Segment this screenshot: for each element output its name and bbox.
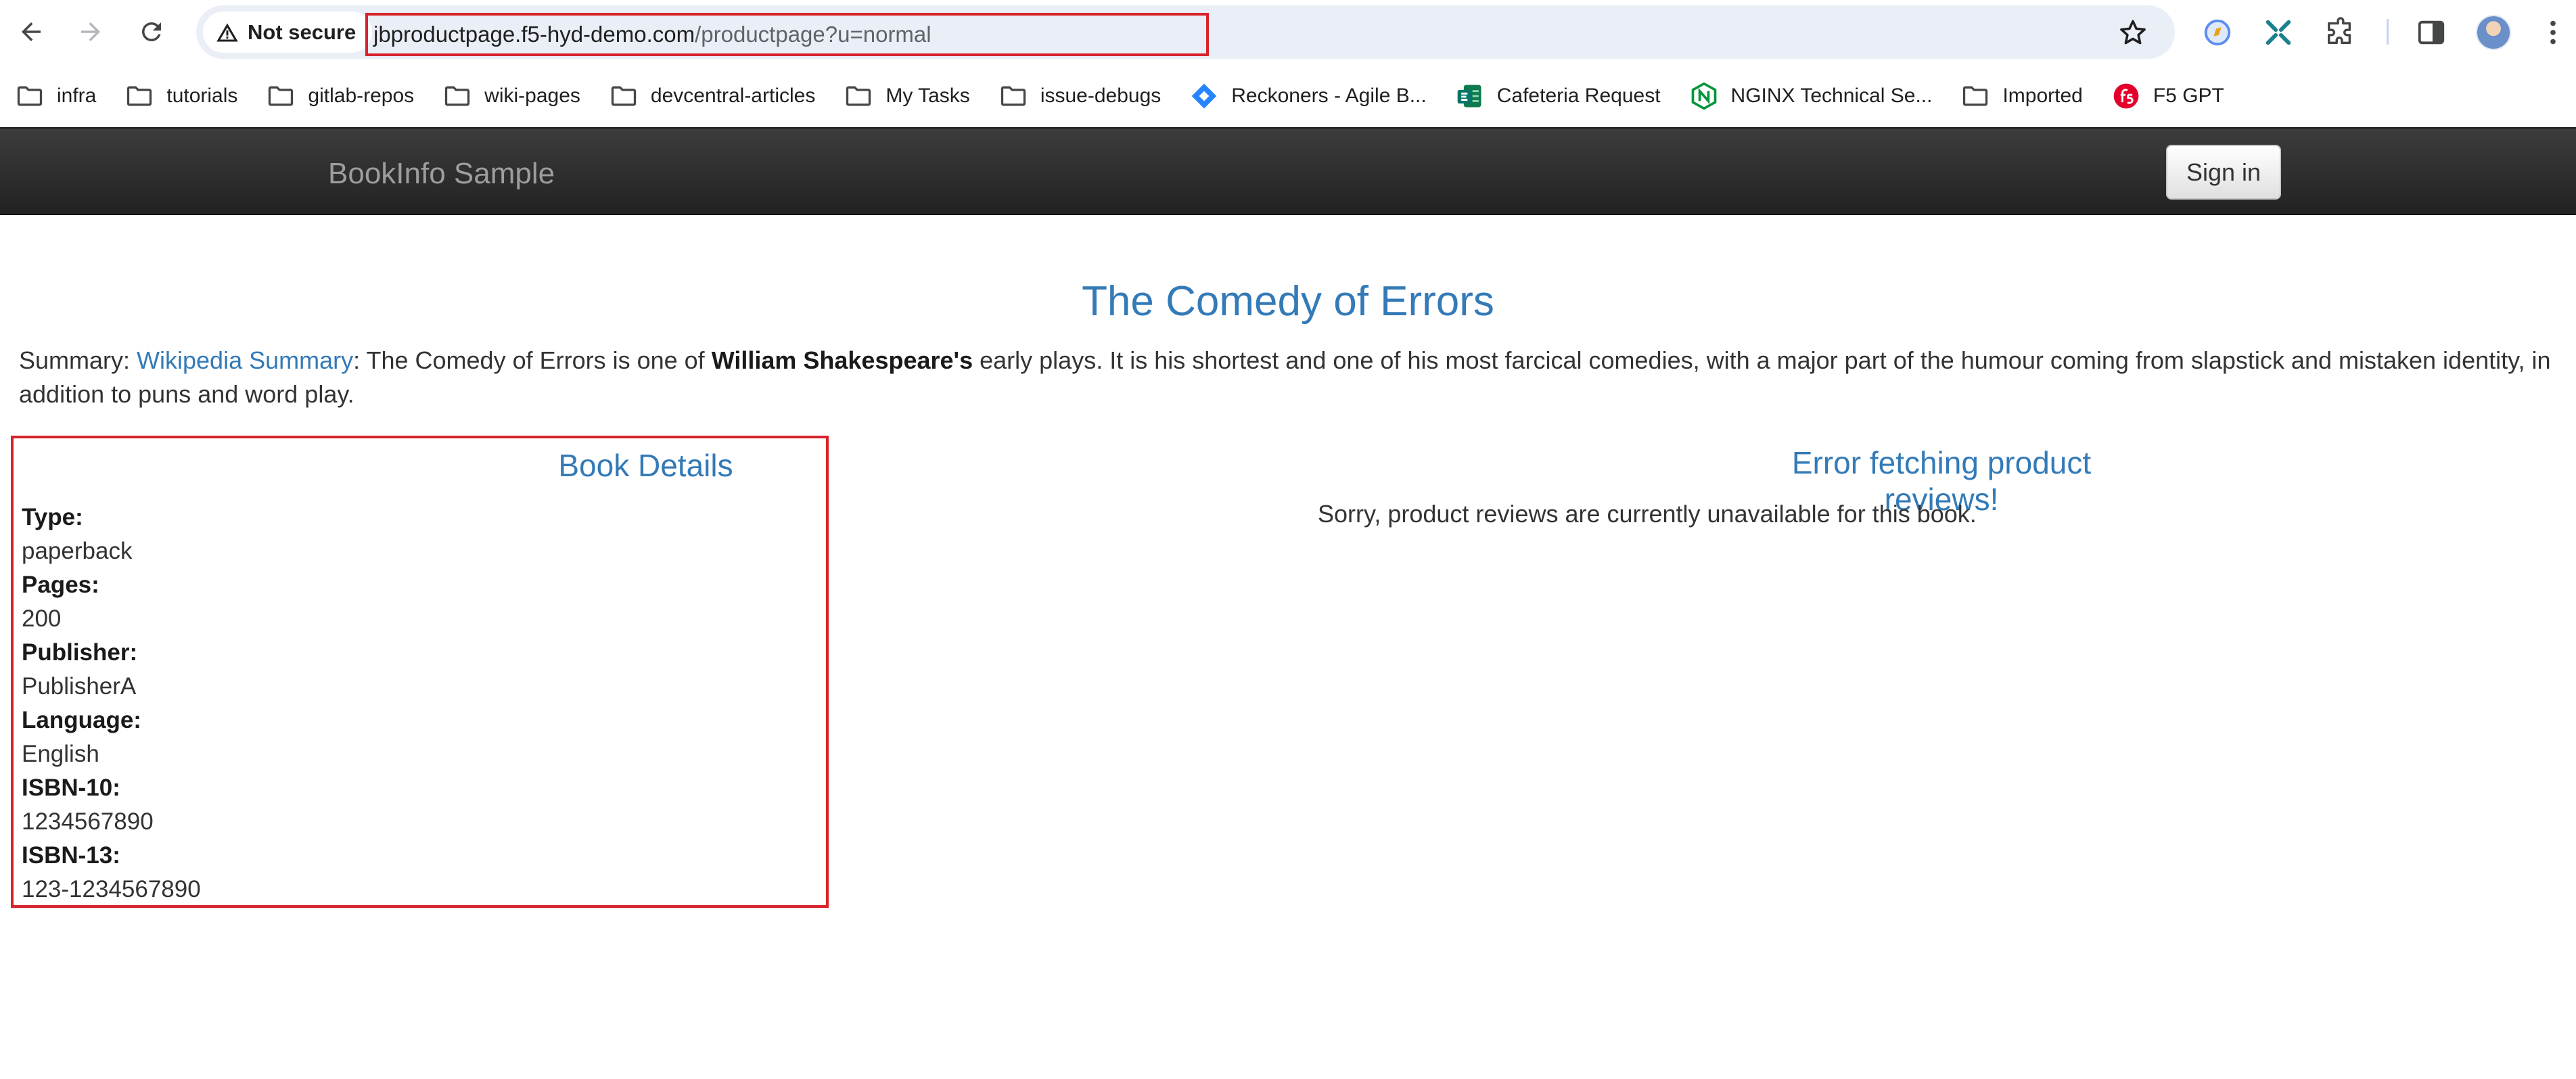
bookmark-tutorials[interactable]: tutorials bbox=[124, 81, 237, 111]
browser-toolbar: Not secure jbproductpage.f5-hyd-demo.com… bbox=[0, 0, 2576, 64]
bookmark-label: F5 GPT bbox=[2153, 84, 2224, 107]
arrow-left-icon bbox=[22, 22, 41, 41]
f5-icon bbox=[2113, 83, 2139, 108]
nginx-icon bbox=[1691, 82, 1716, 110]
forms-icon bbox=[1457, 85, 1481, 107]
side-panel-icon[interactable] bbox=[2412, 14, 2450, 51]
extensions-puzzle-icon[interactable] bbox=[2322, 14, 2360, 51]
bookmark-devcentral-articles[interactable]: devcentral-articles bbox=[609, 81, 815, 111]
address-bar[interactable]: Not secure jbproductpage.f5-hyd-demo.com… bbox=[196, 5, 2175, 59]
folder-icon bbox=[846, 86, 871, 106]
folder-icon bbox=[17, 86, 43, 106]
bookmark-label: Reckoners - Agile B... bbox=[1231, 84, 1427, 107]
bookmark-wiki-pages[interactable]: wiki-pages bbox=[442, 81, 580, 111]
bookmark-label: tutorials bbox=[166, 84, 238, 107]
bookmark-label: devcentral-articles bbox=[650, 84, 816, 107]
type-value: paperback bbox=[22, 538, 133, 564]
menu-kebab-icon[interactable] bbox=[2534, 14, 2572, 51]
toolbar-divider bbox=[2387, 19, 2389, 45]
language-value: English bbox=[22, 741, 99, 767]
forward-button[interactable] bbox=[70, 12, 111, 52]
app-navbar: BookInfo Sample Sign in bbox=[0, 127, 2576, 215]
folder-icon bbox=[445, 86, 470, 106]
url-text[interactable]: jbproductpage.f5-hyd-demo.com/productpag… bbox=[365, 13, 1209, 56]
security-label: Not secure bbox=[248, 20, 356, 44]
reload-button[interactable] bbox=[131, 12, 172, 52]
summary-middle: : The Comedy of Errors is one of bbox=[353, 346, 712, 374]
folder-icon bbox=[611, 86, 637, 106]
pages-value: 200 bbox=[22, 605, 62, 632]
book-details-panel: Book Details Type: paperback Pages: 200 … bbox=[11, 436, 829, 908]
isbn10-value: 1234567890 bbox=[22, 808, 154, 835]
extension-tools-icon[interactable] bbox=[2259, 14, 2297, 51]
brand-link[interactable]: BookInfo Sample bbox=[328, 157, 555, 191]
bookmark-label: gitlab-repos bbox=[308, 84, 415, 107]
summary-author: William Shakespeare's bbox=[711, 346, 973, 374]
bookmark-infra[interactable]: infra bbox=[15, 81, 96, 111]
folder-icon bbox=[269, 86, 294, 106]
bookmark-gitlab-repos[interactable]: gitlab-repos bbox=[266, 81, 414, 111]
bookmark-label: infra bbox=[57, 84, 97, 107]
folder-icon bbox=[1963, 86, 1988, 106]
profile-avatar[interactable] bbox=[2476, 15, 2511, 50]
book-details-list: Type: paperback Pages: 200 Publisher: Pu… bbox=[22, 501, 201, 906]
bookmark-my-tasks[interactable]: My Tasks bbox=[844, 81, 970, 111]
back-button[interactable] bbox=[11, 12, 51, 52]
language-label: Language: bbox=[22, 707, 141, 733]
bookmark-cafeteria-request[interactable]: Cafeteria Request bbox=[1455, 81, 1661, 111]
folder-icon bbox=[127, 86, 152, 106]
bookmark-label: wiki-pages bbox=[484, 84, 580, 107]
reviews-unavailable-message: Sorry, product reviews are currently una… bbox=[1318, 500, 1977, 528]
isbn10-label: ISBN-10: bbox=[22, 775, 120, 801]
bookmark-label: My Tasks bbox=[886, 84, 970, 107]
publisher-value: PublisherA bbox=[22, 673, 137, 699]
jira-icon bbox=[1191, 83, 1217, 108]
bookmark-star-button[interactable] bbox=[2115, 15, 2150, 50]
arrow-right-icon bbox=[81, 22, 100, 41]
book-details-heading: Book Details bbox=[558, 448, 733, 483]
bookmark-f5-gpt[interactable]: F5 GPT bbox=[2111, 81, 2224, 111]
pages-label: Pages: bbox=[22, 572, 99, 598]
summary-prefix: Summary: bbox=[19, 346, 137, 374]
sign-in-button[interactable]: Sign in bbox=[2166, 145, 2281, 200]
bookmark-imported[interactable]: Imported bbox=[1960, 81, 2083, 111]
bookmark-label: issue-debugs bbox=[1040, 84, 1162, 107]
bookmark-nginx-technical[interactable]: NGINX Technical Se... bbox=[1689, 81, 1933, 111]
wikipedia-summary-link[interactable]: Wikipedia Summary bbox=[137, 346, 353, 374]
isbn13-value: 123-1234567890 bbox=[22, 876, 201, 902]
bookmarks-bar: infra tutorials gitlab-repos wiki-pages … bbox=[0, 64, 2576, 127]
book-summary: Summary: Wikipedia Summary: The Comedy o… bbox=[19, 344, 2562, 411]
type-label: Type: bbox=[22, 504, 83, 530]
reload-icon bbox=[141, 22, 161, 41]
bookmark-label: Imported bbox=[2002, 84, 2083, 107]
bookmark-issue-debugs[interactable]: issue-debugs bbox=[998, 81, 1161, 111]
book-title: The Comedy of Errors bbox=[1082, 278, 1494, 325]
url-path: /productpage?u=normal bbox=[695, 22, 932, 47]
star-icon bbox=[2120, 20, 2146, 45]
extension-compass-icon[interactable] bbox=[2199, 14, 2236, 51]
publisher-label: Publisher: bbox=[22, 639, 138, 666]
bookmark-label: NGINX Technical Se... bbox=[1730, 84, 1933, 107]
bookmark-label: Cafeteria Request bbox=[1496, 84, 1661, 107]
bookmark-reckoners[interactable]: Reckoners - Agile B... bbox=[1189, 81, 1427, 111]
folder-icon bbox=[1001, 86, 1026, 106]
warning-icon bbox=[216, 23, 238, 41]
url-host: jbproductpage.f5-hyd-demo.com bbox=[373, 22, 695, 47]
site-info-chip[interactable]: Not secure bbox=[203, 12, 373, 53]
isbn13-label: ISBN-13: bbox=[22, 842, 120, 869]
